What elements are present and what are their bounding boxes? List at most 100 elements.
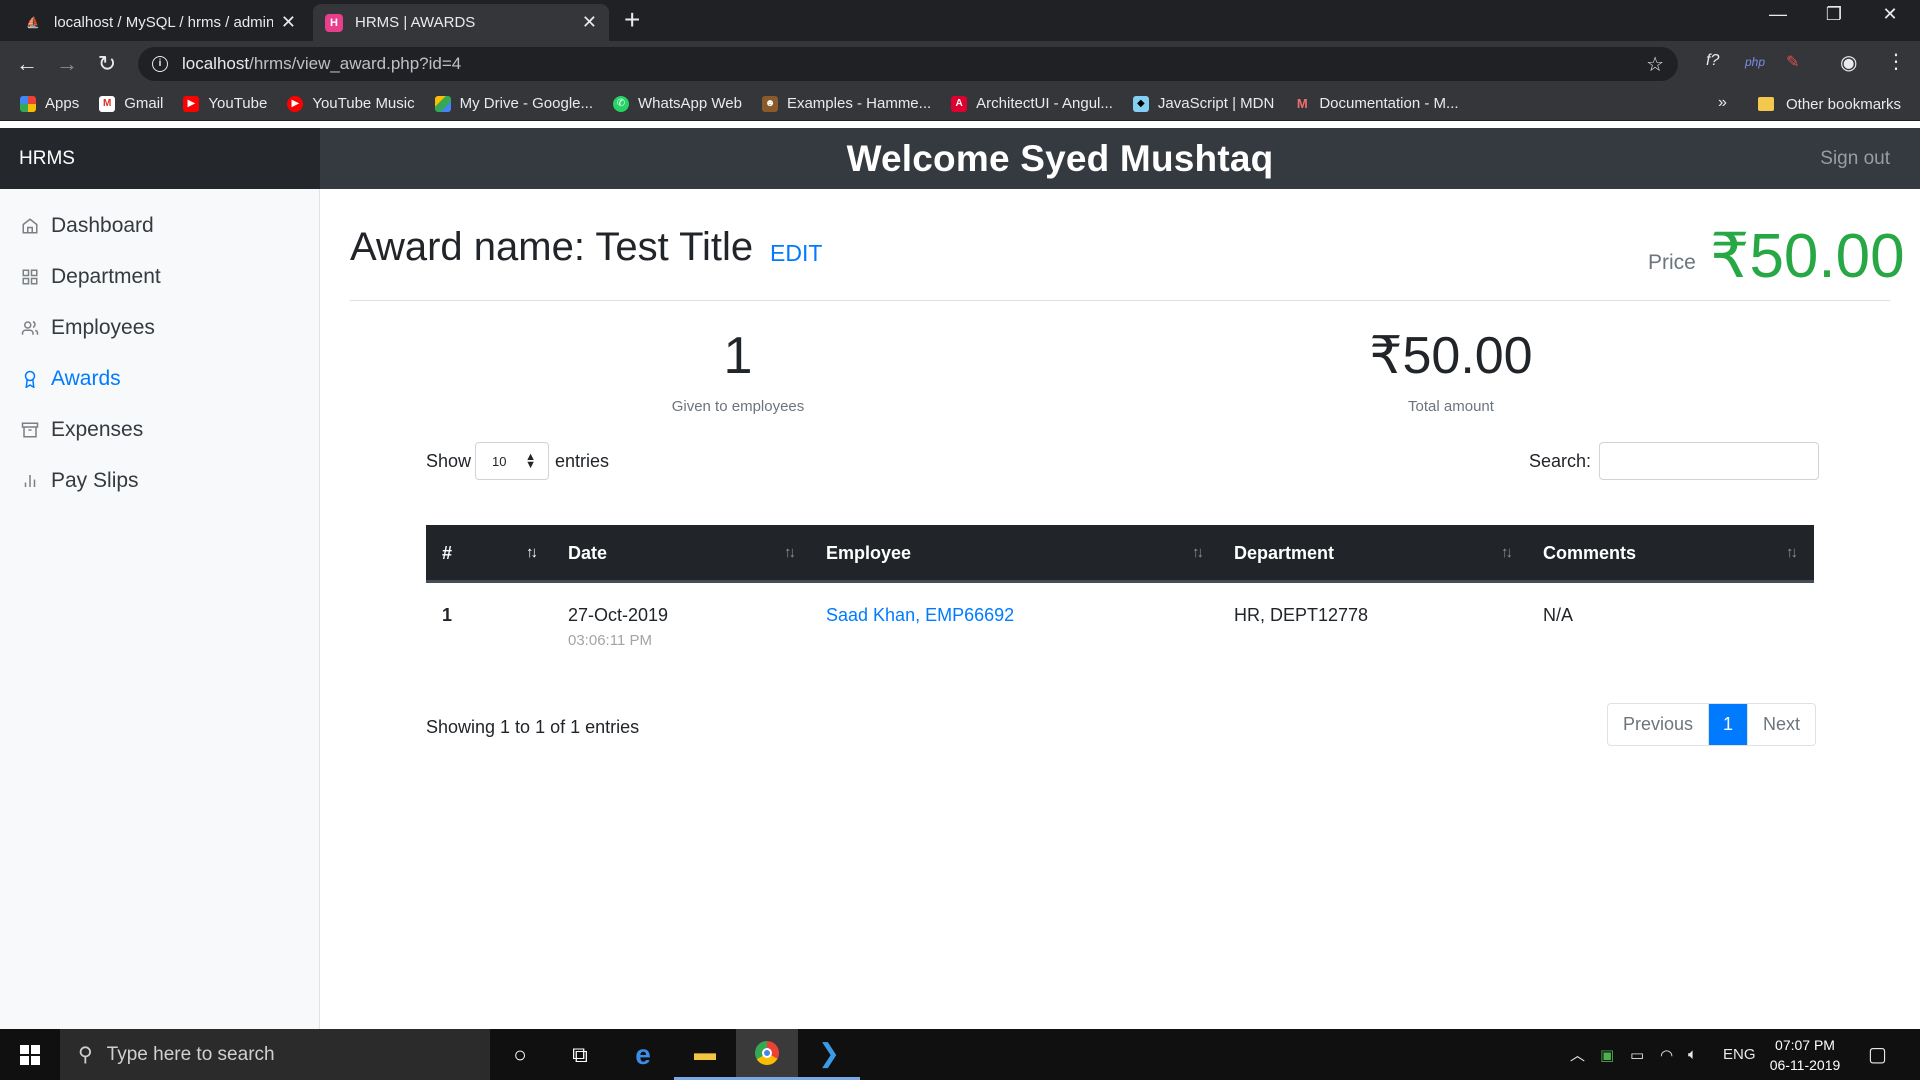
sidebar-item-pay-slips[interactable]: Pay Slips — [0, 457, 320, 505]
taskbar-search-placeholder: Type here to search — [106, 1043, 275, 1065]
column-header-date[interactable]: Date — [568, 525, 607, 581]
minimize-icon[interactable]: — — [1758, 4, 1798, 25]
bookmark-gmail[interactable]: M Gmail — [99, 95, 163, 112]
language-indicator[interactable]: ENG — [1723, 1029, 1756, 1080]
sidebar-item-awards[interactable]: Awards — [0, 355, 320, 403]
bookmark-whatsapp[interactable]: ✆ WhatsApp Web — [613, 95, 742, 112]
bookmark-google-drive[interactable]: My Drive - Google... — [434, 95, 593, 112]
site-info-icon[interactable]: i — [152, 56, 168, 72]
taskbar-search-box[interactable]: ⚲ Type here to search — [60, 1029, 490, 1080]
sort-icon[interactable]: ↑↓ — [1501, 525, 1513, 581]
bookmark-architectui[interactable]: A ArchitectUI - Angul... — [951, 95, 1113, 112]
stat-given-to-employees: 1 Given to employees — [538, 326, 938, 415]
wifi-icon[interactable]: ◠ — [1660, 1029, 1673, 1080]
column-header-comments[interactable]: Comments — [1543, 525, 1636, 581]
forward-icon[interactable]: → — [53, 50, 81, 78]
start-button[interactable] — [0, 1029, 60, 1080]
sort-asc-icon[interactable]: ↑↓ — [526, 525, 538, 581]
bar-chart-icon — [20, 471, 40, 491]
google-drive-icon — [434, 95, 451, 112]
sidebar-item-label: Expenses — [51, 418, 144, 441]
sidebar-item-expenses[interactable]: Expenses — [0, 406, 320, 454]
address-bar[interactable]: i localhost/hrms/view_award.php?id=4 ☆ — [138, 47, 1678, 81]
extension-icon[interactable]: ✎ — [1786, 52, 1799, 72]
sidebar-item-employees[interactable]: Employees — [0, 304, 320, 352]
profile-avatar-icon[interactable]: ◉ — [1840, 50, 1857, 75]
volume-icon[interactable]: 🔈︎ — [1688, 1029, 1697, 1080]
new-tab-button[interactable]: + — [624, 6, 640, 34]
page-length-select[interactable]: 10 ▲ ▼ — [475, 442, 550, 480]
menu-kebab-icon[interactable]: ⋮ — [1886, 49, 1906, 74]
page-1-button[interactable]: 1 — [1708, 704, 1748, 745]
edge-icon[interactable]: e — [612, 1029, 674, 1080]
pagination: Previous 1 Next — [1607, 703, 1817, 746]
entries-label: entries — [555, 450, 610, 471]
apps-grid-icon — [20, 95, 36, 112]
clock[interactable]: 07:07 PM 06-11-2019 — [1755, 1035, 1855, 1075]
reload-icon[interactable]: ↻ — [93, 50, 121, 78]
archive-icon — [20, 420, 40, 440]
close-window-icon[interactable]: ✕ — [1870, 4, 1910, 25]
php-extension-icon[interactable]: php — [1745, 55, 1765, 69]
home-icon — [20, 216, 40, 236]
column-header-employee[interactable]: Employee — [826, 525, 911, 581]
edit-award-link[interactable]: EDIT — [770, 240, 822, 267]
tray-overflow-icon[interactable]: ︿ — [1570, 1029, 1585, 1080]
other-bookmarks-button[interactable]: Other bookmarks — [1758, 87, 1901, 121]
tab-hrms-awards[interactable]: H HRMS | AWARDS ✕ — [313, 4, 609, 41]
tab-title: HRMS | AWARDS — [355, 14, 476, 31]
bookmark-star-icon[interactable]: ☆ — [1646, 52, 1664, 77]
tray-app-icon[interactable]: ▣ — [1600, 1029, 1614, 1080]
next-page-button[interactable]: Next — [1747, 704, 1815, 745]
column-header-number[interactable]: # — [442, 525, 452, 581]
tab-phpmyadmin[interactable]: ⛵ localhost / MySQL / hrms / admin ✕ — [12, 4, 308, 41]
brand-logo[interactable]: HRMS — [0, 128, 320, 189]
main-content: Award name: Test Title EDIT Price ₹50.00… — [320, 189, 1920, 1029]
sidebar-item-label: Employees — [51, 316, 155, 339]
bookmarks-overflow-button[interactable]: » — [1718, 94, 1727, 112]
sign-out-link[interactable]: Sign out — [1820, 128, 1890, 189]
bookmark-materialize-docs[interactable]: M Documentation - M... — [1294, 95, 1459, 112]
sort-icon[interactable]: ↑↓ — [784, 525, 796, 581]
sidebar-item-dashboard[interactable]: Dashboard — [0, 202, 320, 250]
stat-label: Given to employees — [671, 398, 805, 415]
hammer-icon: ☻ — [761, 95, 778, 112]
search-label: Search: — [1529, 450, 1592, 471]
youtube-music-icon: ▶ — [287, 95, 304, 112]
close-tab-icon[interactable]: ✕ — [582, 12, 597, 33]
close-tab-icon[interactable]: ✕ — [281, 12, 296, 33]
sort-icon[interactable]: ↑↓ — [1786, 525, 1798, 581]
notifications-icon[interactable]: ▢ — [1868, 1029, 1887, 1080]
show-label: Show — [426, 450, 472, 471]
back-icon[interactable]: ← — [13, 50, 41, 78]
column-header-department[interactable]: Department — [1234, 525, 1334, 581]
bookmark-hammer-examples[interactable]: ☻ Examples - Hamme... — [761, 95, 931, 112]
bookmark-youtube[interactable]: ▶ YouTube — [183, 95, 267, 112]
file-explorer-icon[interactable]: ▬ — [674, 1029, 736, 1080]
search-input[interactable] — [1599, 442, 1820, 480]
bookmark-mdn[interactable]: ◆ JavaScript | MDN — [1132, 95, 1274, 112]
formula-extension-icon[interactable]: f? — [1706, 52, 1719, 70]
sidebar-item-label: Dashboard — [51, 214, 154, 237]
previous-page-button[interactable]: Previous — [1608, 704, 1708, 745]
grid-icon — [20, 267, 40, 287]
phpmyadmin-icon: ⛵ — [26, 17, 40, 29]
bookmark-apps[interactable]: Apps — [20, 95, 79, 112]
cortana-icon[interactable]: ○ — [489, 1029, 551, 1080]
battery-icon[interactable]: ▭ — [1630, 1029, 1644, 1080]
vscode-icon[interactable]: ❯ — [798, 1029, 860, 1080]
header-divider — [350, 300, 1890, 301]
task-view-icon[interactable]: ⧉ — [549, 1029, 611, 1080]
employee-link[interactable]: Saad Khan, EMP66692 — [826, 605, 1014, 626]
browser-toolbar: ← → ↻ i localhost/hrms/view_award.php?id… — [0, 41, 1920, 87]
table-header: # ↑↓ Date ↑↓ Employee ↑↓ Department ↑↓ C… — [426, 525, 1814, 583]
cell-department: HR, DEPT12778 — [1234, 605, 1369, 625]
url-text: localhost/hrms/view_award.php?id=4 — [182, 54, 462, 73]
clock-date: 06-11-2019 — [1769, 1057, 1841, 1073]
sidebar-item-department[interactable]: Department — [0, 253, 320, 301]
bookmark-youtube-music[interactable]: ▶ YouTube Music — [287, 95, 415, 112]
chrome-icon[interactable] — [736, 1029, 798, 1080]
sort-icon[interactable]: ↑↓ — [1192, 525, 1204, 581]
restore-icon[interactable]: ❐ — [1814, 4, 1854, 25]
app-header: Welcome Syed Mushtaq Sign out — [320, 128, 1920, 189]
